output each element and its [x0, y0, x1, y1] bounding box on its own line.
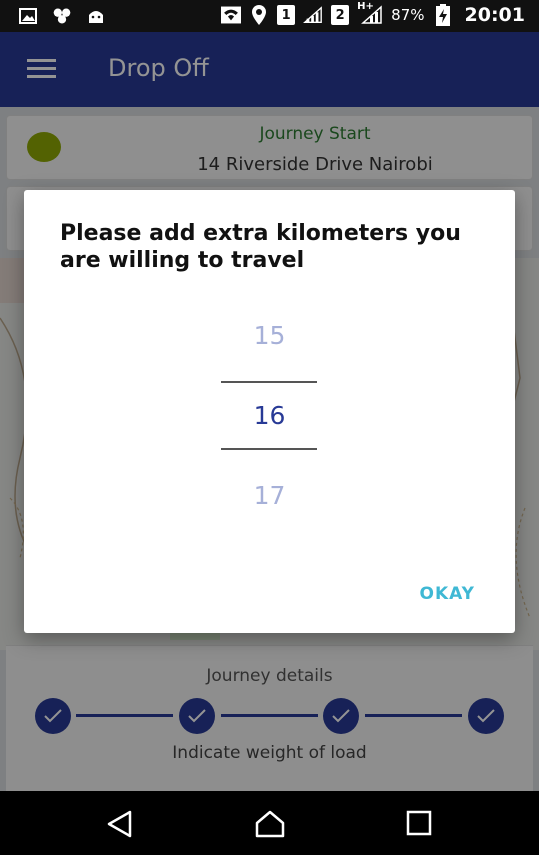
picker-next-value[interactable]: 17 [24, 481, 515, 510]
recents-icon[interactable] [405, 809, 435, 839]
signal-icon [303, 5, 323, 25]
signal-hplus-icon: H+ [357, 1, 383, 25]
status-bar: 1 2 H+ 87% 20:01 [0, 0, 539, 32]
sim2-badge: 2 [331, 5, 350, 25]
clock: 20:01 [464, 4, 525, 26]
wifi-icon [221, 5, 242, 25]
dialog-title: Please add extra kilometers you are will… [60, 221, 461, 273]
location-icon [249, 5, 269, 25]
home-icon[interactable] [254, 809, 285, 839]
extra-km-dialog: Please add extra kilometers you are will… [24, 190, 515, 633]
picker-previous-value[interactable]: 15 [24, 321, 515, 350]
gallery-icon [18, 6, 38, 26]
back-icon[interactable] [105, 809, 135, 839]
picker-selected-value[interactable]: 16 [24, 401, 515, 430]
battery-percent: 87% [391, 6, 425, 24]
okay-button[interactable]: OKAY [420, 584, 475, 604]
battery-charging-icon [433, 4, 453, 26]
android-icon [86, 6, 106, 26]
navigation-bar [0, 791, 539, 855]
picker-divider-bottom [221, 448, 317, 450]
picker-divider-top [221, 381, 317, 383]
hexagons-app-icon [52, 6, 72, 26]
sim1-badge: 1 [277, 5, 296, 25]
